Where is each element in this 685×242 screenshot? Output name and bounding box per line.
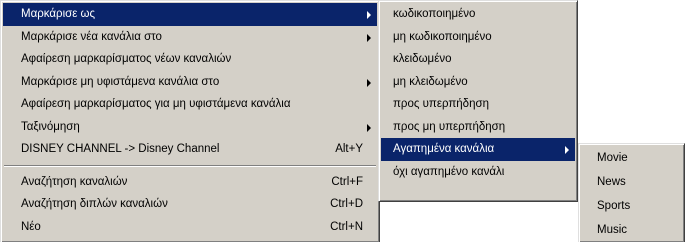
menu-item-label: μη κλειδωμένο	[393, 75, 468, 88]
menu-item-label: Μαρκάρισε νέα κανάλια στο	[21, 30, 162, 43]
menu-item-mark-nonexistent-channels[interactable]: Μαρκάρισε μη υφιστάμενα κανάλια στο	[3, 71, 377, 94]
menu-item-not-favorite[interactable]: όχι αγαπημένο κανάλι	[381, 161, 575, 184]
menu-item-label: Ταξινόμηση	[21, 120, 80, 133]
menu-item-label: Αγαπημένα κανάλια	[393, 143, 495, 155]
menu-item-new[interactable]: Νέο Ctrl+N	[3, 216, 377, 239]
menu-item-favorite-channels[interactable]: Αγαπημένα κανάλια	[381, 138, 575, 161]
menu-item-favorites-movie[interactable]: Movie	[581, 146, 682, 170]
menu-item-label: προς μη υπερπήδηση	[393, 120, 506, 133]
menu-item-mark-new-channels[interactable]: Μαρκάρισε νέα κανάλια στο	[3, 26, 377, 49]
menu-item-label: Movie	[597, 152, 628, 164]
menu-item-label: Νέο	[21, 220, 41, 233]
menu-item-unmark-new-channels[interactable]: Αφαίρεση μαρκαρίσματος νέων καναλιών	[3, 48, 377, 71]
menu-item-unlocked[interactable]: μη κλειδωμένο	[381, 71, 575, 94]
menu-item-shortcut: Ctrl+D	[330, 198, 363, 210]
menu-item-shortcut: Ctrl+F	[331, 175, 363, 188]
menu-item-unencrypted[interactable]: μη κωδικοποιημένο	[381, 26, 575, 49]
menu-item-label: Αφαίρεση μαρκαρίσματος για μη υφιστάμενα…	[21, 98, 291, 110]
menu-item-shortcut: Alt+Y	[335, 143, 363, 155]
menu-item-shortcut: Ctrl+N	[330, 220, 363, 233]
menu-item-label: όχι αγαπημένο κανάλι	[393, 165, 505, 178]
submenu-arrow-icon	[565, 146, 569, 154]
submenu-arrow-icon	[367, 78, 371, 87]
menu-item-no-skip[interactable]: προς μη υπερπήδηση	[381, 116, 575, 139]
menu-item-label: Μαρκάρισε ως	[21, 8, 96, 20]
menu-item-label: DISNEY CHANNEL -> Disney Channel	[21, 143, 220, 155]
menu-item-label: News	[597, 176, 626, 188]
menu-item-sort[interactable]: Ταξινόμηση	[3, 116, 377, 139]
menu-separator	[4, 164, 376, 167]
menu-item-search-channels[interactable]: Αναζήτηση καναλιών Ctrl+F	[3, 171, 377, 194]
menu-item-rename-channel[interactable]: DISNEY CHANNEL -> Disney Channel Alt+Y	[3, 138, 377, 161]
menu-item-locked[interactable]: κλειδωμένο	[381, 48, 575, 71]
menu-item-label: Αναζήτηση καναλιών	[21, 175, 128, 188]
submenu-arrow-icon	[367, 33, 371, 42]
menu-item-label: Αφαίρεση μαρκαρίσματος νέων καναλιών	[21, 53, 232, 65]
context-menu: Μαρκάρισε ως Μαρκάρισε νέα κανάλια στο Α…	[0, 0, 380, 242]
menu-item-label: Sports	[597, 200, 631, 212]
menu-item-label: κωδικοποιημένο	[393, 8, 476, 20]
menu-item-favorites-music[interactable]: Music	[581, 218, 682, 242]
menu-item-encrypted[interactable]: κωδικοποιημένο	[381, 3, 575, 26]
menu-item-label: Μαρκάρισε μη υφιστάμενα κανάλια στο	[21, 75, 220, 88]
menu-item-mark-as[interactable]: Μαρκάρισε ως	[3, 3, 377, 26]
menu-item-label: Αναζήτηση διπλών καναλιών	[21, 198, 168, 210]
menu-item-unmark-nonexistent-channels[interactable]: Αφαίρεση μαρκαρίσματος για μη υφιστάμενα…	[3, 93, 377, 116]
submenu-arrow-icon	[367, 123, 371, 132]
menu-item-label: κλειδωμένο	[393, 53, 452, 65]
menu-item-label: Music	[597, 224, 628, 236]
menu-item-favorites-news[interactable]: News	[581, 170, 682, 194]
menu-item-label: προς υπερπήδηση	[393, 98, 489, 110]
menu-item-skip[interactable]: προς υπερπήδηση	[381, 93, 575, 116]
menu-item-label: μη κωδικοποιημένο	[393, 30, 492, 43]
menu-item-search-duplicates[interactable]: Αναζήτηση διπλών καναλιών Ctrl+D	[3, 193, 377, 216]
menu-item-favorites-sports[interactable]: Sports	[581, 194, 682, 218]
favorites-submenu: Movie News Sports Music	[578, 143, 685, 242]
mark-as-submenu: κωδικοποιημένο μη κωδικοποιημένο κλειδωμ…	[378, 0, 578, 202]
submenu-arrow-icon	[367, 11, 371, 19]
